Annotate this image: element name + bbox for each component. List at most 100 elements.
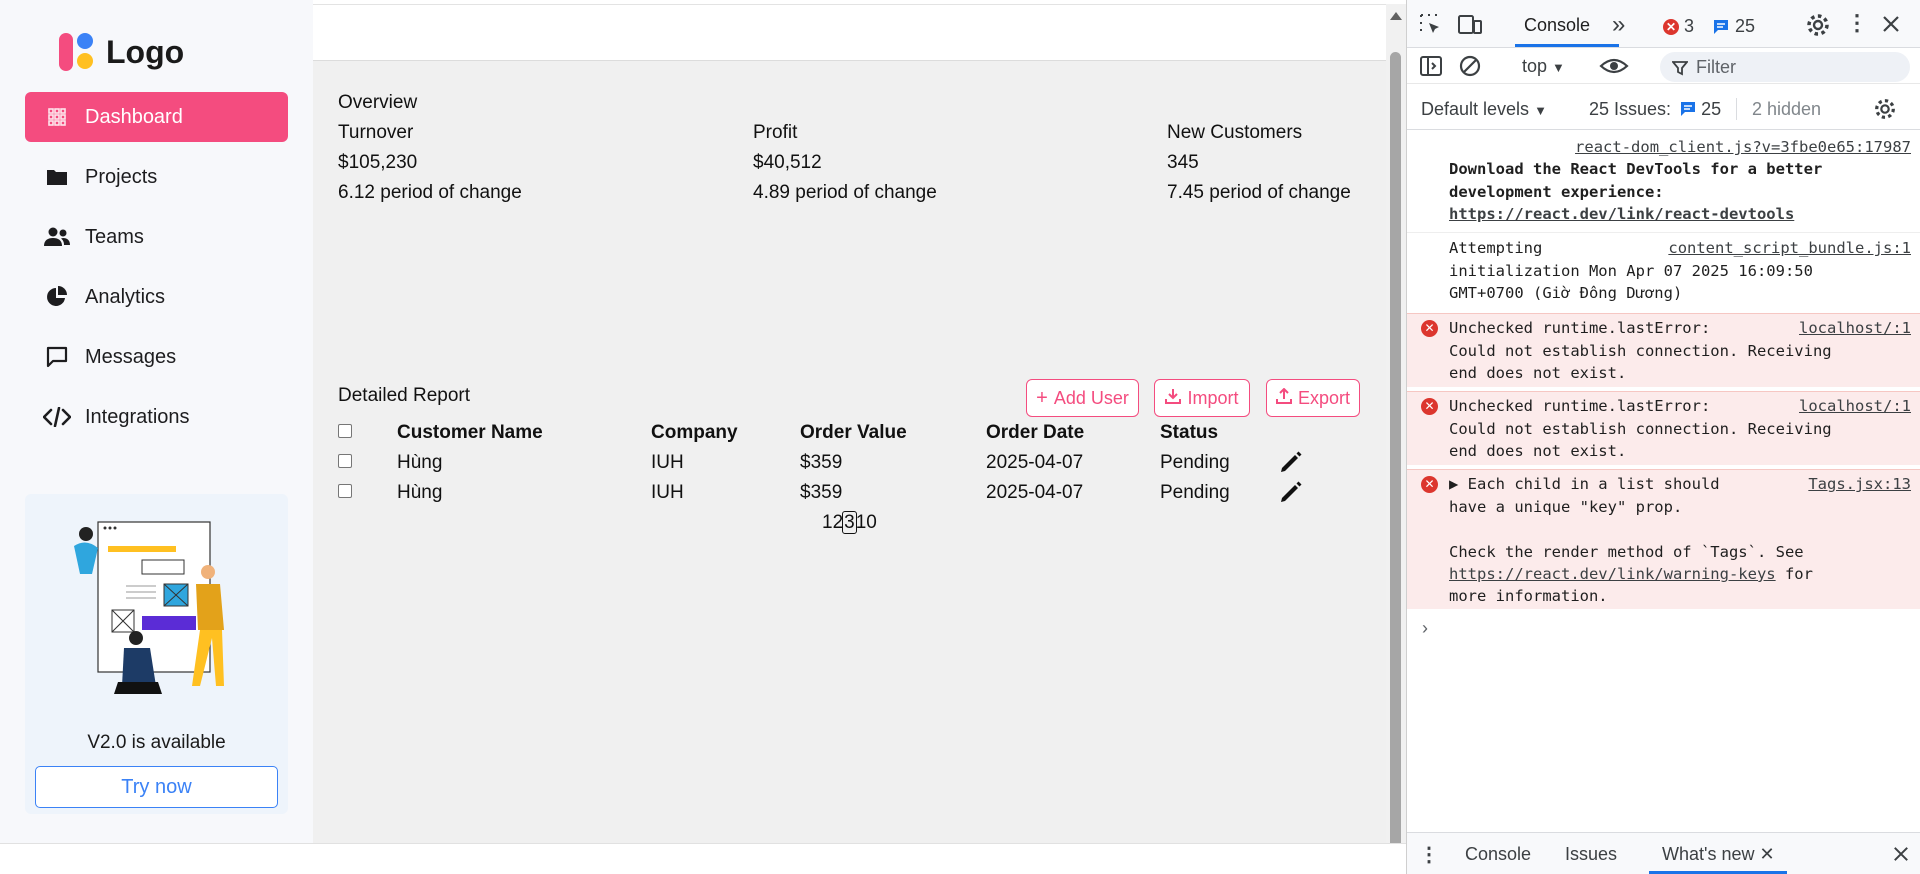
sidebar-item-label: Messages	[85, 345, 177, 368]
page-scrollbar[interactable]	[1386, 4, 1406, 852]
log-source-link[interactable]: react-dom_client.js?v=3fbe0e65:17987	[1575, 136, 1911, 159]
import-button[interactable]: Import	[1154, 379, 1250, 417]
context-selector[interactable]: top ▼	[1522, 56, 1565, 77]
error-message[interactable]: ▶ Each child in a list should have a uni…	[1449, 473, 1804, 563]
close-devtools-icon[interactable]	[1882, 15, 1900, 33]
stat-label-turnover: Turnover	[338, 122, 414, 143]
console-levels-bar: Default levels ▼ 25 Issues: 25 2 hidden	[1407, 88, 1920, 130]
messages-counter[interactable]: 25	[1713, 16, 1755, 37]
row-checkbox[interactable]	[338, 484, 352, 498]
select-all-checkbox[interactable]	[338, 424, 352, 438]
dropdown-caret-icon: ▼	[1534, 103, 1547, 118]
console-log-initialization: Attempting initialization Mon Apr 07 202…	[1407, 232, 1920, 312]
pagination-current-page[interactable]: 3	[842, 511, 857, 534]
top-header	[313, 4, 1386, 61]
logo[interactable]: Logo	[56, 30, 184, 74]
pagination-pages-after[interactable]: 10	[856, 512, 877, 533]
column-header-order-date[interactable]: Order Date	[986, 422, 1084, 444]
cell-order-value: $359	[800, 482, 843, 503]
row-checkbox[interactable]	[338, 454, 352, 468]
filter-input[interactable]: Filter	[1660, 52, 1910, 82]
drawer-tab-whats-new[interactable]: What's new ✕	[1662, 844, 1775, 865]
add-user-label: Add User	[1053, 387, 1129, 408]
code-icon	[43, 407, 71, 427]
issues-count: 25	[1701, 99, 1722, 119]
tab-console[interactable]: Console	[1524, 15, 1590, 36]
devtools-panel: Console » ✕ 3 25 ⋮ top ▼ Filter Default …	[1406, 0, 1920, 874]
more-tabs-chevron-icon[interactable]: »	[1612, 11, 1625, 39]
console-error-entry: ✕ Unchecked runtime.lastError: Could not…	[1407, 313, 1920, 387]
sidebar-item-teams[interactable]: Teams	[25, 212, 288, 262]
try-now-button[interactable]: Try now	[35, 766, 278, 808]
cell-company: IUH	[651, 452, 684, 473]
pagination-pages-before[interactable]: 12	[822, 512, 843, 533]
cell-status: Pending	[1160, 452, 1230, 473]
sidebar-item-dashboard[interactable]: Dashboard	[25, 92, 288, 142]
edit-pencil-icon[interactable]	[1278, 449, 1304, 475]
error-message: Unchecked runtime.lastError: Could not e…	[1449, 319, 1832, 382]
dropdown-caret-icon: ▼	[1552, 60, 1565, 75]
sidebar-item-integrations[interactable]: Integrations	[25, 392, 288, 442]
close-tab-icon[interactable]: ✕	[1760, 844, 1775, 864]
hidden-count: 2 hidden	[1752, 99, 1822, 119]
column-header-company[interactable]: Company	[651, 422, 738, 444]
pie-chart-icon	[43, 286, 71, 308]
promo-title: V2.0 is available	[87, 732, 226, 753]
clear-console-icon[interactable]	[1458, 54, 1482, 78]
errors-count: 3	[1684, 16, 1695, 36]
users-icon	[43, 227, 71, 247]
stat-value-new-customers: 345	[1167, 152, 1199, 173]
logo-text: Logo	[106, 33, 185, 70]
message-bubble-icon	[1681, 102, 1696, 116]
console-settings-gear-icon[interactable]	[1873, 97, 1897, 121]
sidebar-item-projects[interactable]: Projects	[25, 152, 288, 202]
sidebar-item-label: Integrations	[85, 405, 190, 428]
upgrade-promo-card: V2.0 is available Try now	[25, 494, 288, 814]
react-devtools-link[interactable]: https://react.dev/link/react-devtools	[1449, 203, 1794, 226]
console-error-entry: ✕ Unchecked runtime.lastError: Could not…	[1407, 391, 1920, 465]
settings-gear-icon[interactable]	[1805, 12, 1831, 38]
plus-icon: +	[1036, 387, 1048, 409]
column-header-customer[interactable]: Customer Name	[397, 422, 543, 444]
log-levels-dropdown[interactable]: Default levels ▼	[1421, 99, 1547, 120]
grid-icon	[43, 107, 71, 127]
error-source-link[interactable]: localhost/:1	[1799, 395, 1911, 418]
filter-funnel-icon	[1672, 61, 1688, 76]
scroll-up-arrow-icon[interactable]	[1390, 12, 1402, 20]
sidebar-toggle-icon[interactable]	[1419, 54, 1443, 78]
drawer-menu-kebab-icon[interactable]: ⋮	[1419, 842, 1439, 867]
cell-status: Pending	[1160, 482, 1230, 503]
stat-value-turnover: $105,230	[338, 152, 418, 173]
issues-counter[interactable]: 25 Issues: 25	[1589, 99, 1721, 120]
live-expression-eye-icon[interactable]	[1599, 54, 1629, 78]
error-icon: ✕	[1421, 398, 1438, 415]
sidebar-item-label: Analytics	[85, 285, 166, 308]
error-source-link[interactable]: localhost/:1	[1799, 317, 1911, 340]
warning-keys-link[interactable]: https://react.dev/link/warning-keys	[1449, 565, 1776, 583]
drawer-tab-console[interactable]: Console	[1465, 844, 1531, 865]
error-message-tail: for	[1775, 565, 1813, 583]
sidebar-item-messages[interactable]: Messages	[25, 332, 288, 382]
sidebar: Logo Dashboard Projects Teams Analytics …	[0, 0, 313, 843]
edit-pencil-icon[interactable]	[1278, 479, 1304, 505]
close-drawer-icon[interactable]	[1893, 846, 1909, 862]
inspect-element-icon[interactable]	[1419, 13, 1443, 37]
add-user-button[interactable]: + Add User	[1026, 379, 1139, 417]
download-icon	[1165, 388, 1182, 409]
error-source-link[interactable]: Tags.jsx:13	[1808, 473, 1911, 496]
error-message: Unchecked runtime.lastError: Could not e…	[1449, 397, 1832, 460]
scrollbar-thumb[interactable]	[1390, 52, 1401, 852]
device-toolbar-icon[interactable]	[1457, 13, 1483, 37]
sidebar-item-analytics[interactable]: Analytics	[25, 272, 288, 322]
console-prompt-chevron-icon[interactable]: ›	[1422, 618, 1428, 639]
kebab-menu-icon[interactable]: ⋮	[1846, 10, 1868, 36]
stat-label-new-customers: New Customers	[1167, 122, 1303, 143]
devtools-tabbar: Console » ✕ 3 25 ⋮	[1407, 0, 1920, 48]
drawer-tab-issues[interactable]: Issues	[1565, 844, 1617, 865]
errors-counter[interactable]: ✕ 3	[1663, 16, 1694, 37]
column-header-status[interactable]: Status	[1160, 422, 1218, 444]
log-source-link[interactable]: content_script_bundle.js:1	[1668, 237, 1911, 260]
message-icon	[43, 346, 71, 368]
column-header-order-value[interactable]: Order Value	[800, 422, 907, 444]
export-button[interactable]: Export	[1266, 379, 1360, 417]
